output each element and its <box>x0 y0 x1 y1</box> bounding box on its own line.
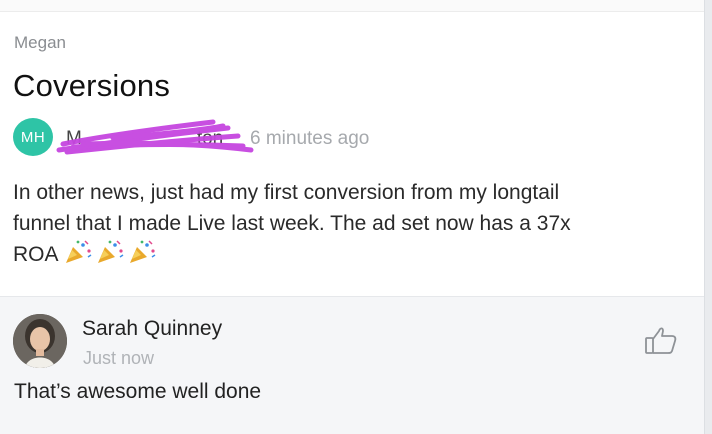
commenter-avatar[interactable] <box>13 314 67 368</box>
post-body: In other news, just had my first convers… <box>13 178 693 271</box>
comments-section: Sarah Quinney Just now That’s awesome we… <box>0 296 704 434</box>
scrollbar-track[interactable] <box>704 0 712 434</box>
comment-text: That’s awesome well done <box>14 380 262 403</box>
post-body-line: ROA <box>13 243 58 266</box>
post-card: Megan Coversions MH Mton 6 minutes ago I… <box>0 12 704 296</box>
person-photo-icon <box>13 314 67 368</box>
post-timestamp[interactable]: 6 minutes ago <box>250 128 369 150</box>
top-divider <box>0 0 712 12</box>
group-name[interactable]: Megan <box>14 33 66 53</box>
comment-timestamp: Just now <box>83 348 155 368</box>
author-avatar[interactable]: MH <box>13 118 53 156</box>
commenter-name[interactable]: Sarah Quinney <box>82 317 222 341</box>
post-body-line-last: ROA <box>13 239 693 271</box>
redaction-scribble <box>56 119 254 155</box>
post-body-line: funnel that I made Live last week. The a… <box>13 211 571 235</box>
party-popper-icon <box>66 240 92 263</box>
post-body-line: In other news, just had my first convers… <box>13 181 560 204</box>
thumbs-up-icon[interactable] <box>644 325 678 355</box>
party-popper-icon <box>98 240 124 263</box>
post-author-row: MH Mton 6 minutes ago <box>13 118 613 156</box>
party-popper-icon <box>130 240 156 263</box>
post-title: Coversions <box>13 68 171 103</box>
author-initials: MH <box>20 128 46 146</box>
